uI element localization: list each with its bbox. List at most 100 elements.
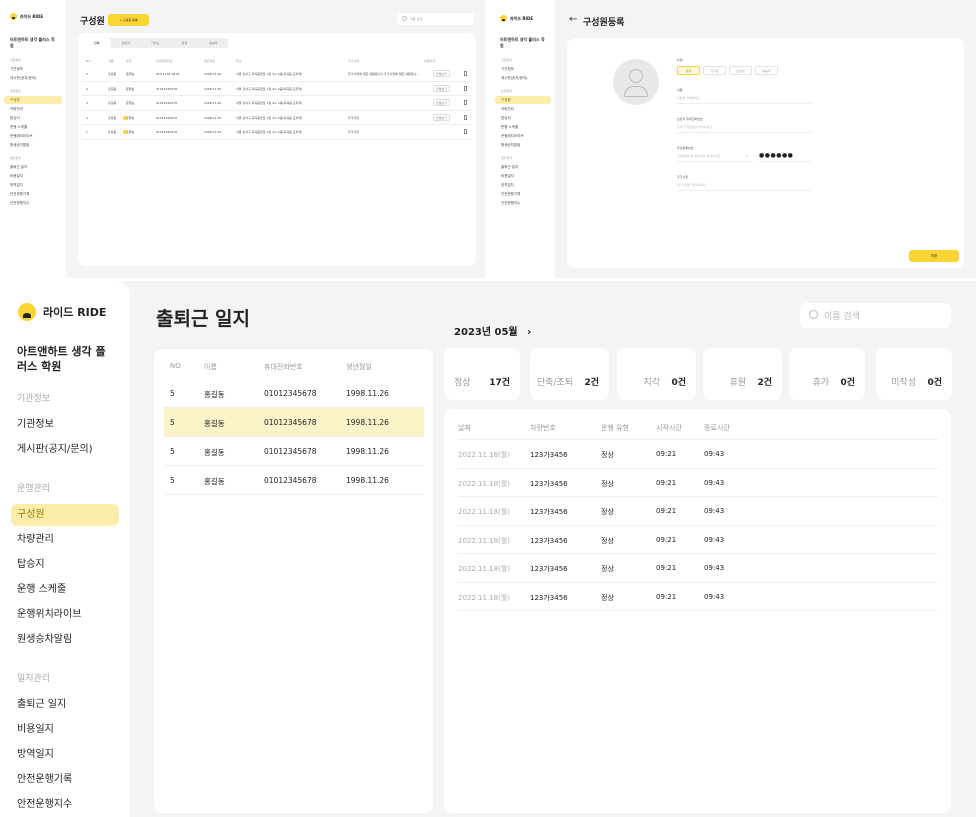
- search-input[interactable]: 이름 검색: [397, 13, 474, 25]
- tab[interactable]: 보호자: [111, 38, 140, 48]
- sidebar-item[interactable]: 운행 스케줄: [4, 123, 62, 131]
- sidebar-item[interactable]: 원생승차알림: [11, 629, 119, 651]
- log-row[interactable]: 2022.11.18(월) 123가3456 정상 09:21 09:43: [458, 526, 938, 554]
- sidebar-item[interactable]: 구성원: [4, 96, 62, 104]
- log-row[interactable]: 2022.11.18(월) 123가3456 정상 09:21 09:43: [458, 469, 938, 497]
- log-row[interactable]: 2022.11.18(월) 123가3456 정상 09:21 09:43: [458, 583, 938, 611]
- sidebar-item[interactable]: 비용일지: [495, 172, 551, 180]
- table-row[interactable]: 3 홍길동 운행님 01012345678 1998.11.26 서울 강서구 마곡중앙로…: [82, 96, 472, 111]
- table-row[interactable]: 2 홍길동 운행님 01012345678 1998.11.26 서울 강서구 마곡중앙로…: [82, 111, 472, 125]
- trash-icon[interactable]: [464, 129, 467, 134]
- trash-icon[interactable]: [464, 114, 467, 120]
- sidebar-item[interactable]: 구성원: [495, 96, 551, 104]
- table-row[interactable]: 4 홍길동 운행님 01012345678 1998.11.26 서울 강서구 마곡중앙로…: [82, 82, 472, 96]
- cell-no: 5: [170, 418, 175, 427]
- sidebar-item[interactable]: 구성원: [11, 504, 119, 526]
- sidebar-item[interactable]: 방역일지: [495, 181, 551, 189]
- id-front-field[interactable]: 주민등록번호 앞자리를 입력하세요: [677, 154, 752, 162]
- member-row[interactable]: 5 홍길동 01012345678 1998.11.26: [164, 466, 424, 495]
- table-row[interactable]: 5 홍길동 운행님 010-1234-5678 1998.11.26 서울 강서구 마곡중…: [82, 67, 472, 82]
- cell-car: 123가3456: [530, 508, 568, 516]
- sidebar-item[interactable]: 차량관리: [11, 529, 119, 551]
- tab[interactable]: 기사님: [140, 38, 169, 48]
- stat-card: 미작성 0건: [876, 348, 952, 400]
- phone-field[interactable]: 휴대 전화번호를 입력하세요: [677, 125, 811, 133]
- link-button[interactable]: 연결보기: [433, 113, 450, 121]
- type-option[interactable]: 보호자: [729, 66, 752, 75]
- month-selector[interactable]: 2023년 05월 ›: [454, 323, 531, 338]
- chevron-right-icon[interactable]: ›: [527, 327, 531, 338]
- tab[interactable]: 전체: [82, 38, 112, 48]
- save-button[interactable]: 저장: [909, 250, 959, 262]
- sidebar-nav: 기관정보 기관정보 게시판(공지/문의) 운행관리 구성원 차량관리 탑승지 운행 스케줄 운행…: [4, 58, 62, 208]
- link-button[interactable]: 연결보기: [433, 84, 450, 92]
- cell-no: 5: [170, 476, 175, 485]
- link-button[interactable]: 연결보기: [433, 99, 450, 106]
- sidebar-item[interactable]: 출퇴근 일지: [11, 694, 119, 716]
- link-button[interactable]: 연결보기: [433, 70, 450, 77]
- sidebar-item[interactable]: 원생승차알림: [4, 141, 62, 149]
- sidebar-item[interactable]: 운행위치라이브: [495, 132, 551, 140]
- sidebar-item[interactable]: 게시판(공지/문의): [495, 74, 551, 82]
- back-arrow-icon[interactable]: ←: [569, 14, 577, 25]
- name-field[interactable]: 이름을 입력하세요: [677, 96, 811, 104]
- member-table-body: 5 홍길동 01012345678 1998.11.26 5 홍길동 01012345678…: [164, 379, 424, 495]
- sidebar-item[interactable]: 안전운행지수: [11, 794, 119, 816]
- sidebar-item[interactable]: 탑승지: [11, 554, 119, 576]
- trash-icon[interactable]: [464, 71, 467, 76]
- member-row[interactable]: 5 홍길동 01012345678 1998.11.26: [164, 437, 424, 466]
- cell-date: 2022.11.18(월): [458, 508, 510, 516]
- type-option[interactable]: 원생: [677, 66, 700, 75]
- sidebar-item[interactable]: 기관정보: [495, 65, 551, 73]
- trash-icon[interactable]: [464, 85, 467, 91]
- sidebar-item[interactable]: 탑승지: [495, 114, 551, 122]
- sidebar-item[interactable]: 비용일지: [4, 172, 62, 180]
- sidebar-item[interactable]: 출퇴근 일지: [495, 163, 551, 171]
- sidebar-item[interactable]: 기관정보: [4, 65, 62, 73]
- log-row[interactable]: 2022.11.18(월) 123가3456 정상 09:21 09:43: [458, 440, 938, 469]
- sidebar-item[interactable]: 탑승지: [4, 114, 62, 122]
- cell-addr: 서울 강서구 마곡중앙로 1길 24, 4층(마곡동 요지역): [236, 86, 303, 91]
- sidebar-item[interactable]: 게시판(공지/문의): [4, 74, 62, 82]
- cell-name: 홍길동: [108, 72, 117, 76]
- log-panel: 라이드 RIDE 아트앤하트 생각 플러스 학원 기관정보 기관정보 게시판(공지/…: [0, 281, 976, 817]
- sidebar-item[interactable]: 운행위치라이브: [4, 132, 62, 140]
- tab[interactable]: 동승자: [199, 38, 228, 48]
- sidebar-item[interactable]: 차량관리: [495, 105, 551, 113]
- note-field[interactable]: 추가사항을 입력하세요: [677, 183, 811, 191]
- log-row[interactable]: 2022.11.18(월) 123가3456 정상 09:21 09:43: [458, 497, 938, 526]
- sidebar-item[interactable]: 출퇴근 일지: [4, 163, 62, 171]
- type-option[interactable]: 동승자: [755, 66, 778, 75]
- avatar[interactable]: [613, 59, 659, 105]
- cell-phone: 01012345678: [156, 130, 177, 134]
- sidebar-item[interactable]: 운행위치라이브: [11, 604, 119, 626]
- table-row[interactable]: 1 홍길동 운행님 01012345678 1998.11.26 서울 강서구 마곡중앙로…: [82, 125, 472, 140]
- sidebar-item[interactable]: 안전운행기록: [495, 190, 551, 198]
- sidebar-item[interactable]: 안전운행기록: [11, 769, 119, 791]
- sidebar-item[interactable]: 방역일지: [11, 744, 119, 766]
- member-row[interactable]: 5 홍길동 01012345678 1998.11.26: [164, 408, 424, 437]
- sidebar-item[interactable]: 비용일지: [11, 719, 119, 741]
- sidebar-item[interactable]: 운행 스케줄: [11, 579, 119, 601]
- search-input[interactable]: 이름 검색: [800, 303, 951, 328]
- sidebar-item[interactable]: 기관정보: [11, 414, 119, 436]
- sidebar-item[interactable]: 게시판(공지/문의): [11, 439, 119, 461]
- stat-card: 휴원 2건: [703, 348, 782, 400]
- sidebar-item[interactable]: 안전운행지수: [495, 199, 551, 207]
- member-row[interactable]: 5 홍길동 01012345678 1998.11.26: [164, 379, 424, 408]
- type-option[interactable]: 기사님: [703, 66, 726, 75]
- trash-icon[interactable]: [464, 100, 467, 105]
- sidebar-item[interactable]: 차량관리: [4, 105, 62, 113]
- log-row[interactable]: 2022.11.18(월) 123가3456 정상 09:21 09:43: [458, 554, 938, 583]
- sidebar-item[interactable]: 안전운행지수: [4, 199, 62, 207]
- sidebar-item[interactable]: 원생승차알림: [495, 141, 551, 149]
- stat-label: 정상: [454, 378, 471, 388]
- tab[interactable]: 원생: [170, 38, 199, 48]
- sidebar-item[interactable]: 안전운행기록: [4, 190, 62, 198]
- sidebar-item[interactable]: 방역일지: [4, 181, 62, 189]
- id-masked-field[interactable]: ●●●●●●: [759, 152, 811, 162]
- add-member-button[interactable]: + 구성원 등록: [108, 14, 149, 26]
- sidebar-item[interactable]: 운행 스케줄: [495, 123, 551, 131]
- sidebar-section-title: 운행관리: [501, 89, 513, 93]
- member-table-card: 전체 보호자 기사님 원생 동승자 NO 이름 유형 휴대전화번호 생년월일 주소 추가사항 연결관계…: [78, 33, 476, 266]
